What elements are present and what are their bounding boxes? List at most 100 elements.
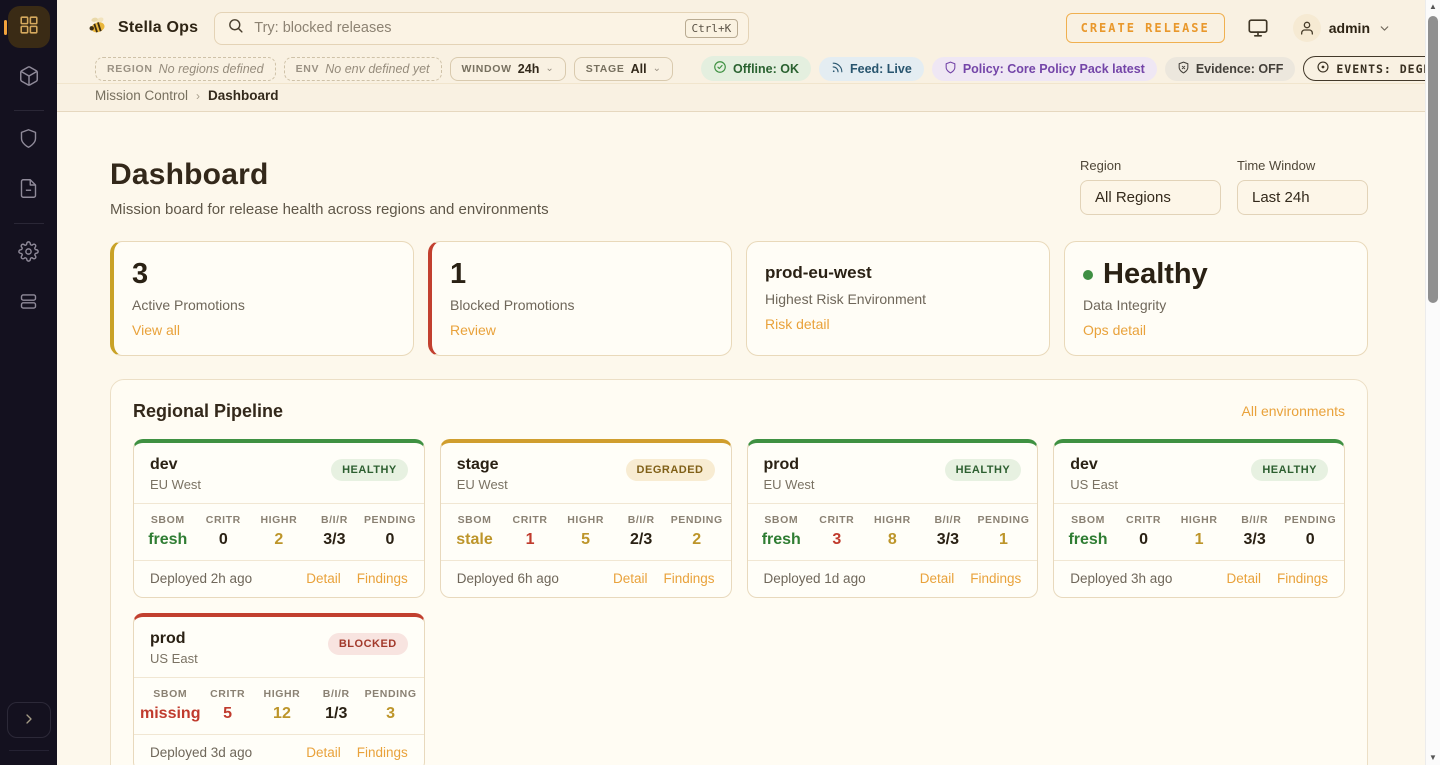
data-integrity-label: Data Integrity <box>1083 297 1349 313</box>
sidebar-item-infrastructure[interactable] <box>9 284 49 324</box>
risk-detail-link[interactable]: Risk detail <box>765 316 830 332</box>
context-bar: REGION No regions defined ENV No env def… <box>57 56 1425 84</box>
global-search[interactable]: Ctrl+K <box>214 12 749 45</box>
active-promotions-card: 3 Active Promotions View all <box>110 241 414 356</box>
pending-value: 0 <box>1282 531 1338 549</box>
blocked-promotions-label: Blocked Promotions <box>450 297 713 313</box>
pending-value: 1 <box>976 531 1032 549</box>
findings-link[interactable]: Findings <box>357 745 408 760</box>
sidebar-divider <box>14 110 44 111</box>
document-icon <box>18 178 39 204</box>
region-filter-select[interactable]: All Regions <box>1080 180 1221 215</box>
sidebar-item-documents[interactable] <box>9 171 49 211</box>
deployed-time: Deployed 3d ago <box>150 745 252 760</box>
deployed-time: Deployed 2h ago <box>150 571 252 586</box>
highr-value: 5 <box>558 531 614 549</box>
pending-value: 3 <box>363 705 417 723</box>
server-icon <box>18 291 39 317</box>
region-filter-label: Region <box>1080 158 1221 173</box>
sbom-value: stale <box>447 531 503 549</box>
sbom-value: fresh <box>1060 531 1116 549</box>
breadcrumb-parent[interactable]: Mission Control <box>95 88 188 103</box>
search-input[interactable] <box>254 20 674 36</box>
env-name: prod <box>150 630 198 648</box>
chevron-down-icon <box>1378 22 1391 35</box>
scrollbar-down-arrow[interactable]: ▼ <box>1429 754 1437 762</box>
status-badge: DEGRADED <box>626 459 715 481</box>
blocked-promotions-count: 1 <box>450 259 713 291</box>
pipeline-card-stage-eu-west: stage EU West DEGRADED SBOMstale CRITR1 … <box>440 439 732 598</box>
detail-link[interactable]: Detail <box>613 571 648 586</box>
user-menu[interactable]: admin <box>1293 14 1391 42</box>
sidebar-item-security[interactable] <box>9 121 49 161</box>
vertical-scrollbar[interactable]: ▲ ▼ <box>1425 0 1440 765</box>
evidence-status-pill: Evidence: OFF <box>1165 57 1296 81</box>
deployed-time: Deployed 3h ago <box>1070 571 1172 586</box>
review-link[interactable]: Review <box>450 322 496 338</box>
deployed-time: Deployed 1d ago <box>764 571 866 586</box>
highr-value: 1 <box>1171 531 1227 549</box>
findings-link[interactable]: Findings <box>1277 571 1328 586</box>
detail-link[interactable]: Detail <box>1226 571 1261 586</box>
pending-value: 2 <box>669 531 725 549</box>
active-promotions-label: Active Promotions <box>132 297 395 313</box>
search-icon <box>227 17 244 39</box>
health-dot-icon <box>1083 270 1093 280</box>
env-chip[interactable]: ENV No env defined yet <box>284 57 442 81</box>
dot-circle-icon <box>1316 60 1330 77</box>
rss-icon <box>831 61 844 77</box>
monitor-icon[interactable] <box>1247 17 1269 39</box>
highr-value: 12 <box>255 705 309 723</box>
dashboard-grid-icon <box>18 14 40 41</box>
summary-cards: 3 Active Promotions View all 1 Blocked P… <box>110 241 1368 356</box>
status-badge: HEALTHY <box>945 459 1022 481</box>
sidebar-active-indicator <box>4 20 7 35</box>
region-name: EU West <box>150 477 201 492</box>
detail-link[interactable]: Detail <box>306 745 341 760</box>
region-name: EU West <box>457 477 508 492</box>
check-circle-icon <box>713 60 727 77</box>
ops-detail-link[interactable]: Ops detail <box>1083 322 1146 338</box>
critr-value: 3 <box>809 531 865 549</box>
sidebar-collapse-button[interactable] <box>7 702 51 738</box>
critr-value: 1 <box>502 531 558 549</box>
env-name: dev <box>1070 456 1118 474</box>
chevron-down-icon: ⌄ <box>653 63 661 74</box>
sidebar-item-settings[interactable] <box>9 234 49 274</box>
gear-icon <box>18 241 39 267</box>
bee-logo-icon <box>86 14 109 42</box>
sidebar-divider <box>14 223 44 224</box>
create-release-button[interactable]: CREATE RELEASE <box>1066 13 1225 43</box>
sidebar-bottom-divider <box>9 750 49 751</box>
pipeline-card-prod-us-east: prod US East BLOCKED SBOMmissing CRITR5 … <box>133 613 425 765</box>
events-status-pill[interactable]: EVENTS: DEGRADED <box>1303 56 1440 81</box>
detail-link[interactable]: Detail <box>920 571 955 586</box>
view-all-link[interactable]: View all <box>132 322 180 338</box>
sbom-value: missing <box>140 705 200 723</box>
offline-status-pill: Offline: OK <box>701 56 811 81</box>
blocked-promotions-card: 1 Blocked Promotions Review <box>428 241 732 356</box>
chevron-right-icon <box>21 711 37 730</box>
sidebar-item-releases[interactable] <box>9 58 49 98</box>
scrollbar-thumb[interactable] <box>1428 16 1438 303</box>
region-name: US East <box>1070 477 1118 492</box>
findings-link[interactable]: Findings <box>663 571 714 586</box>
pipeline-grid: dev EU West HEALTHY SBOMfresh CRITR0 HIG… <box>133 439 1345 765</box>
regional-pipeline-panel: Regional Pipeline All environments dev E… <box>110 379 1368 765</box>
all-environments-link[interactable]: All environments <box>1242 403 1346 419</box>
pipeline-card-dev-us-east: dev US East HEALTHY SBOMfresh CRITR0 HIG… <box>1053 439 1345 598</box>
findings-link[interactable]: Findings <box>357 571 408 586</box>
time-window-filter-select[interactable]: Last 24h <box>1237 180 1368 215</box>
findings-link[interactable]: Findings <box>970 571 1021 586</box>
sidebar-item-dashboard[interactable] <box>8 6 50 48</box>
stage-dropdown[interactable]: STAGE All ⌄ <box>574 57 673 81</box>
time-window-filter-label: Time Window <box>1237 158 1368 173</box>
active-promotions-count: 3 <box>132 259 395 291</box>
detail-link[interactable]: Detail <box>306 571 341 586</box>
page-title: Dashboard <box>110 158 549 192</box>
window-dropdown[interactable]: WINDOW 24h ⌄ <box>450 57 566 81</box>
scrollbar-up-arrow[interactable]: ▲ <box>1429 3 1437 11</box>
critr-value: 5 <box>200 705 254 723</box>
bir-value: 3/3 <box>1227 531 1283 549</box>
region-chip[interactable]: REGION No regions defined <box>95 57 276 81</box>
